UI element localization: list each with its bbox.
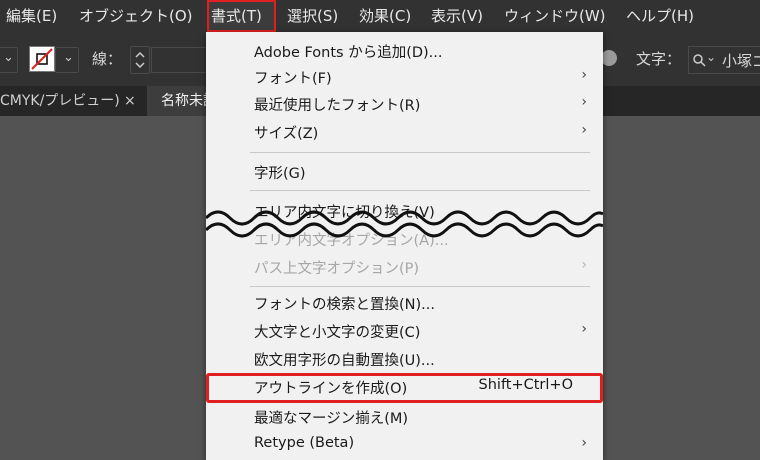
menu-item-size[interactable]: サイズ(Z) › [206,118,603,145]
menu-item-label: 大文字と小文字の変更(C) [254,325,421,341]
menu-item-label: 字形(G) [254,166,306,182]
menu-help[interactable]: ヘルプ(H) [626,0,694,32]
menu-item-label: フォントの検索と置換(N)... [254,297,435,313]
chevron-right-icon: › [581,94,587,110]
menu-type[interactable]: 書式(T) [207,0,276,32]
menu-separator [250,152,590,153]
menu-item-font[interactable]: フォント(F) › [206,63,603,90]
stepper-arrows-icon [135,51,145,69]
stroke-swatch[interactable] [29,46,55,72]
chevron-right-icon: › [581,435,587,451]
menu-separator [250,190,590,191]
menu-item-label: パス上文字オプション(P) [254,261,420,277]
menu-item-smart-punctuation[interactable]: 欧文用字形の自動置換(U)... [206,345,603,372]
menu-item-label: アウトラインを作成(O) [254,381,408,397]
no-stroke-icon [31,48,53,70]
type-menu-dropdown: Adobe Fonts から追加(D)... フォント(F) › 最近使用したフ… [206,32,603,460]
menu-item-label: Adobe Fonts から追加(D)... [254,45,443,61]
menu-item-label: Retype (Beta) [254,435,355,451]
chevron-down-icon: ⌄ [706,50,717,64]
chevron-down-icon: ⌄ [3,50,14,65]
menu-effect[interactable]: 効果(C) [359,0,411,32]
omission-wave-divider [206,210,603,238]
font-name-value: 小塚ゴ [722,52,760,70]
text-label: 文字： [636,50,682,68]
tab-document-1[interactable]: CMYK/プレビュー) [0,86,120,116]
chevron-right-icon: › [581,321,587,337]
menu-item-recent-fonts[interactable]: 最近使用したフォント(R) › [206,90,603,117]
globe-icon[interactable] [601,50,617,66]
menu-object[interactable]: オブジェクト(O) [79,0,193,32]
menu-edit[interactable]: 編集(E) [6,0,57,32]
stroke-weight-stepper[interactable] [130,46,150,74]
menu-separator [250,286,590,287]
stroke-dropdown[interactable]: ⌄ [55,47,79,73]
menu-view[interactable]: 表示(V) [431,0,483,32]
menu-item-label: フォント(F) [254,71,332,87]
menu-item-label: 最近使用したフォント(R) [254,98,421,114]
menu-item-retype[interactable]: Retype (Beta) › [206,431,603,458]
menu-item-create-outlines[interactable]: アウトラインを作成(O) Shift+Ctrl+O [206,373,603,400]
menu-window[interactable]: ウィンドウ(W) [504,0,606,32]
fill-dropdown[interactable]: ⌄ [0,47,18,73]
menu-item-optical-margin[interactable]: 最適なマージン揃え(M) [206,403,603,430]
menu-item-add-adobe-fonts[interactable]: Adobe Fonts から追加(D)... [206,37,603,64]
menu-item-find-replace-font[interactable]: フォントの検索と置換(N)... [206,289,603,316]
menu-item-type-on-path-options: パス上文字オプション(P) › [206,253,603,280]
menu-item-label: 最適なマージン揃え(M) [254,411,409,427]
stroke-label: 線： [92,50,123,68]
menu-item-change-case[interactable]: 大文字と小文字の変更(C) › [206,317,603,344]
font-search-field[interactable]: ⌄ 小塚ゴ [688,46,760,74]
tab-document-2[interactable]: 名称未設 [147,86,217,116]
chevron-right-icon: › [581,122,587,138]
chevron-right-icon: › [581,67,587,83]
menu-bar: 編集(E) オブジェクト(O) 書式(T) 選択(S) 効果(C) 表示(V) … [0,0,760,32]
menu-item-glyphs[interactable]: 字形(G) [206,158,603,185]
close-icon[interactable]: × [124,86,136,116]
menu-select[interactable]: 選択(S) [287,0,338,32]
stroke-weight-input[interactable] [151,47,208,73]
tab-title: CMYK/プレビュー) [0,93,120,109]
chevron-down-icon: ⌄ [63,50,74,65]
menu-item-label: 欧文用字形の自動置換(U)... [254,353,435,369]
chevron-right-icon: › [581,257,587,273]
search-icon [693,54,706,67]
menu-item-label: サイズ(Z) [254,126,319,142]
menu-item-shortcut: Shift+Ctrl+O [478,377,573,393]
